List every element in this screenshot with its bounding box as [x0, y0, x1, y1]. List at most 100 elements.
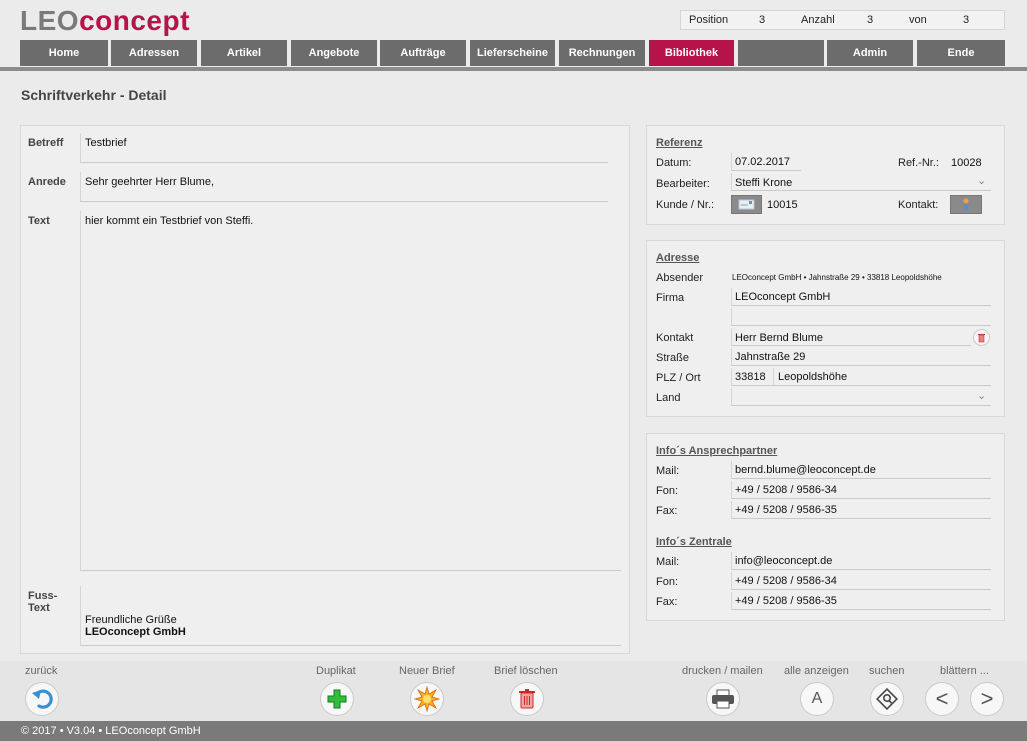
central-fax-label: Fax:: [656, 596, 678, 608]
zip-field[interactable]: 33818: [731, 368, 773, 386]
letter-text-value: hier kommt ein Testbrief von Steffi.: [85, 215, 254, 227]
sender-label: Absender: [656, 272, 704, 284]
search-label: suchen: [869, 665, 905, 677]
count-value: 3: [867, 14, 874, 26]
refnr-value: 10028: [951, 157, 982, 169]
new-letter-button[interactable]: [410, 682, 444, 716]
position-label: Position: [689, 14, 729, 26]
person-icon: [963, 198, 969, 210]
show-all-label: alle anzeigen: [784, 665, 849, 677]
show-all-button[interactable]: A: [800, 682, 834, 716]
central-mail-field[interactable]: info@leoconcept.de: [731, 552, 991, 570]
sender-value: LEOconcept GmbH • Jahnstraße 29 • 33818 …: [732, 273, 942, 282]
foot-text-label-2: Text: [28, 602, 50, 614]
next-button[interactable]: >: [970, 682, 1004, 716]
company-field[interactable]: LEOconcept GmbH: [731, 288, 991, 306]
starburst-icon: [414, 686, 440, 712]
subject-value: Testbrief: [85, 137, 127, 149]
street-label: Straße: [656, 352, 690, 364]
nav-addresses[interactable]: Adressen: [111, 40, 197, 66]
central-fax-field[interactable]: +49 / 5208 / 9586-35: [731, 592, 991, 610]
chevron-left-icon: <: [935, 686, 949, 711]
letter-text-area[interactable]: hier kommt ein Testbrief von Steffi.: [80, 211, 621, 571]
date-field[interactable]: 07.02.2017: [731, 153, 801, 171]
foot-text-field[interactable]: Freundliche Grüße LEOconcept GmbH: [80, 586, 621, 646]
customer-card-icon[interactable]: [731, 195, 762, 214]
duplicate-button[interactable]: [320, 682, 354, 716]
nav-delivery-notes[interactable]: Lieferscheine: [470, 40, 555, 66]
previous-button[interactable]: <: [925, 682, 959, 716]
search-icon: [876, 688, 898, 710]
nav-articles[interactable]: Artikel: [201, 40, 287, 66]
action-bar: zurück Duplikat Neuer Brief Brief lösche…: [0, 661, 1027, 721]
central-info-title: Info´s Zentrale: [656, 536, 732, 548]
subject-label: Betreff: [28, 137, 64, 149]
central-mail-value: info@leoconcept.de: [735, 555, 833, 567]
nav-orders[interactable]: Aufträge: [380, 40, 466, 66]
central-phone-label: Fon:: [656, 576, 679, 588]
company-label: Firma: [656, 292, 685, 304]
central-fax-value: +49 / 5208 / 9586-35: [735, 595, 837, 607]
contact-fax-field[interactable]: +49 / 5208 / 9586-35: [731, 501, 991, 519]
subject-field[interactable]: Testbrief: [80, 133, 608, 163]
nav-library[interactable]: Bibliothek: [649, 40, 734, 66]
editor-select[interactable]: Steffi Krone ⌄: [731, 173, 991, 191]
address-card-icon: [738, 199, 755, 210]
salutation-value: Sehr geehrter Herr Blume,: [85, 176, 214, 188]
city-field[interactable]: Leopoldshöhe: [773, 368, 991, 386]
printer-icon: [712, 689, 734, 709]
editor-label: Bearbeiter:: [656, 178, 710, 190]
foot-text-line1: Freundliche Grüße: [85, 614, 177, 626]
central-mail-label: Mail:: [656, 556, 680, 568]
nav-admin[interactable]: Admin: [827, 40, 913, 66]
search-button[interactable]: [870, 682, 904, 716]
street-value: Jahnstraße 29: [735, 351, 806, 363]
salutation-field[interactable]: Sehr geehrter Herr Blume,: [80, 172, 608, 202]
count-label: Anzahl: [801, 14, 835, 26]
print-mail-label: drucken / mailen: [682, 665, 763, 677]
contact-phone-field[interactable]: +49 / 5208 / 9586-34: [731, 481, 991, 499]
footer-bar: © 2017 • V3.04 • LEOconcept GmbH: [0, 721, 1027, 741]
street-field[interactable]: Jahnstraße 29: [731, 348, 991, 366]
delete-letter-button[interactable]: [510, 682, 544, 716]
country-label: Land: [656, 392, 681, 404]
city-value: Leopoldshöhe: [778, 371, 848, 383]
customer-label: Kunde / Nr.:: [656, 199, 715, 211]
contact-mail-label: Mail:: [656, 465, 680, 477]
contact-fax-value: +49 / 5208 / 9586-35: [735, 504, 837, 516]
contact-mail-field[interactable]: bernd.blume@leoconcept.de: [731, 461, 991, 479]
central-phone-field[interactable]: +49 / 5208 / 9586-34: [731, 572, 991, 590]
foot-text-line2: LEOconcept GmbH: [85, 626, 186, 638]
chevron-right-icon: >: [980, 686, 994, 711]
nav-invoices[interactable]: Rechnungen: [559, 40, 645, 66]
address-title: Adresse: [656, 252, 700, 264]
chevron-down-icon: ⌄: [977, 390, 987, 402]
date-label: Datum:: [656, 157, 692, 169]
nav-end[interactable]: Ende: [917, 40, 1005, 66]
trash-icon: [519, 689, 535, 709]
browse-label: blättern ...: [940, 665, 989, 677]
record-position-box: Position 3 Anzahl 3 von 3: [680, 10, 1005, 30]
customer-value: 10015: [767, 199, 798, 211]
back-button[interactable]: [25, 682, 59, 716]
contact-fax-label: Fax:: [656, 505, 678, 517]
contact-label: Kontakt:: [898, 199, 939, 211]
country-select[interactable]: ⌄: [731, 388, 991, 406]
company-value: LEOconcept GmbH: [735, 291, 831, 303]
print-mail-button[interactable]: [706, 682, 740, 716]
footer-text: © 2017 • V3.04 • LEOconcept GmbH: [21, 725, 201, 737]
contact-info-title: Info´s Ansprechpartner: [656, 445, 778, 457]
company-line2-field[interactable]: [731, 308, 991, 326]
contact-person-button[interactable]: [950, 195, 982, 214]
editor-value: Steffi Krone: [735, 177, 793, 189]
app-logo: LEOconcept: [20, 5, 190, 36]
letter-panel: Betreff Testbrief Anrede Sehr geehrter H…: [20, 125, 630, 654]
address-contact-field[interactable]: Herr Bernd Blume: [731, 328, 971, 346]
nav-home[interactable]: Home: [20, 40, 108, 66]
refnr-label: Ref.-Nr.:: [898, 157, 939, 169]
delete-contact-button[interactable]: [973, 329, 990, 346]
address-contact-value: Herr Bernd Blume: [735, 332, 824, 344]
nav-offers[interactable]: Angebote: [291, 40, 377, 66]
date-value: 07.02.2017: [735, 156, 791, 168]
delete-letter-label: Brief löschen: [494, 665, 558, 677]
